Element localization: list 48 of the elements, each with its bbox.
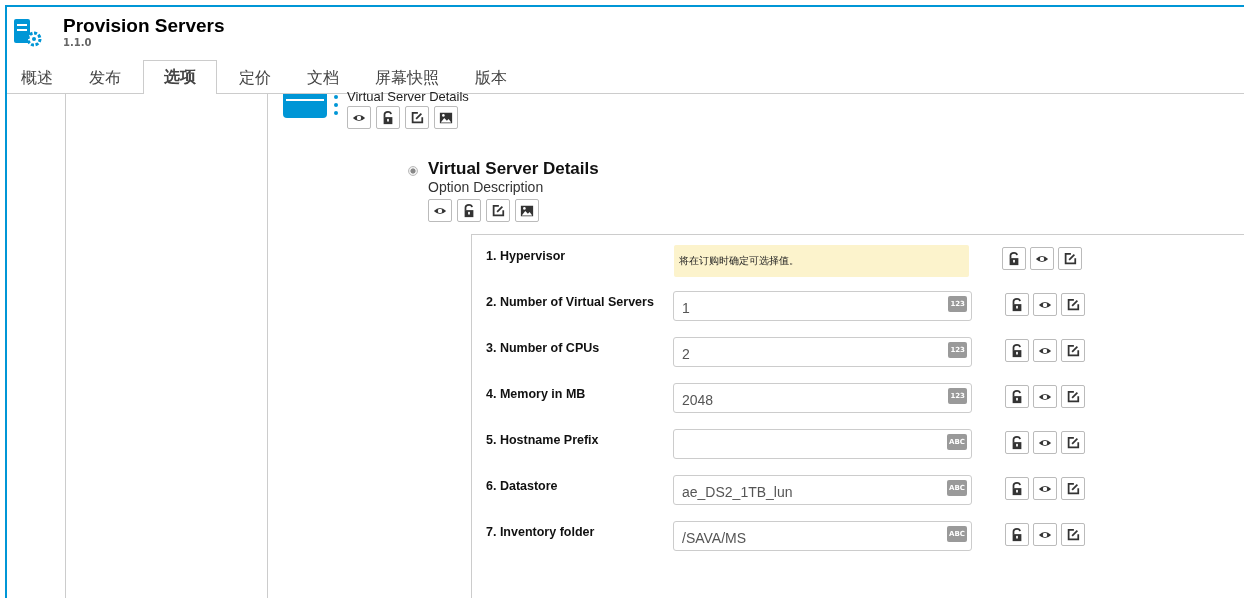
edit-icon[interactable] <box>1061 477 1085 500</box>
edit-icon[interactable] <box>1061 293 1085 316</box>
lock-icon[interactable] <box>376 106 400 129</box>
tab[interactable]: 选项 <box>143 60 217 94</box>
eye-icon[interactable] <box>1030 247 1054 270</box>
edit-icon[interactable] <box>1061 385 1085 408</box>
eye-icon[interactable] <box>1033 339 1057 362</box>
lock-icon[interactable] <box>1005 293 1029 316</box>
eye-icon[interactable] <box>1033 385 1057 408</box>
eye-icon[interactable] <box>1033 477 1057 500</box>
form-icon <box>283 94 339 120</box>
field-label: 3. Number of CPUs <box>486 340 601 355</box>
field-label: 2. Number of Virtual Servers <box>486 294 655 309</box>
edit-icon[interactable] <box>1058 247 1082 270</box>
lock-icon[interactable] <box>1002 247 1026 270</box>
option-description: Option Description <box>428 179 545 195</box>
radio-button[interactable] <box>408 166 418 176</box>
eye-icon[interactable] <box>1033 293 1057 316</box>
eye-icon[interactable] <box>428 199 452 222</box>
edit-icon[interactable] <box>1061 339 1085 362</box>
lock-icon[interactable] <box>1005 431 1029 454</box>
info-note: 将在订购时确定可选择值。 <box>674 245 969 277</box>
eye-icon[interactable] <box>1033 523 1057 546</box>
app-title: Provision Servers <box>63 15 225 37</box>
image-icon[interactable] <box>434 106 458 129</box>
image-icon[interactable] <box>515 199 539 222</box>
lock-icon[interactable] <box>1005 339 1029 362</box>
edit-icon[interactable] <box>405 106 429 129</box>
field-label: 7. Inventory folder <box>486 524 596 539</box>
field-label: 6. Datastore <box>486 478 559 493</box>
lock-icon[interactable] <box>1005 477 1029 500</box>
field-label: 1. Hypervisor <box>486 248 567 263</box>
lock-icon[interactable] <box>457 199 481 222</box>
edit-icon[interactable] <box>1061 523 1085 546</box>
tab[interactable]: 定价 <box>225 62 285 94</box>
field-label: 4. Memory in MB <box>486 386 587 401</box>
server-gear-icon <box>12 17 42 47</box>
eye-icon[interactable] <box>1033 431 1057 454</box>
field-label: 5. Hostname Prefix <box>486 432 600 447</box>
eye-icon[interactable] <box>347 106 371 129</box>
edit-icon[interactable] <box>1061 431 1085 454</box>
lock-icon[interactable] <box>1005 523 1029 546</box>
edit-icon[interactable] <box>486 199 510 222</box>
app-version: 1.1.0 <box>63 37 93 49</box>
tab[interactable]: 概述 <box>7 62 67 94</box>
tab[interactable]: 发布 <box>75 62 135 94</box>
lock-icon[interactable] <box>1005 385 1029 408</box>
option-title: Virtual Server Details <box>428 159 599 179</box>
